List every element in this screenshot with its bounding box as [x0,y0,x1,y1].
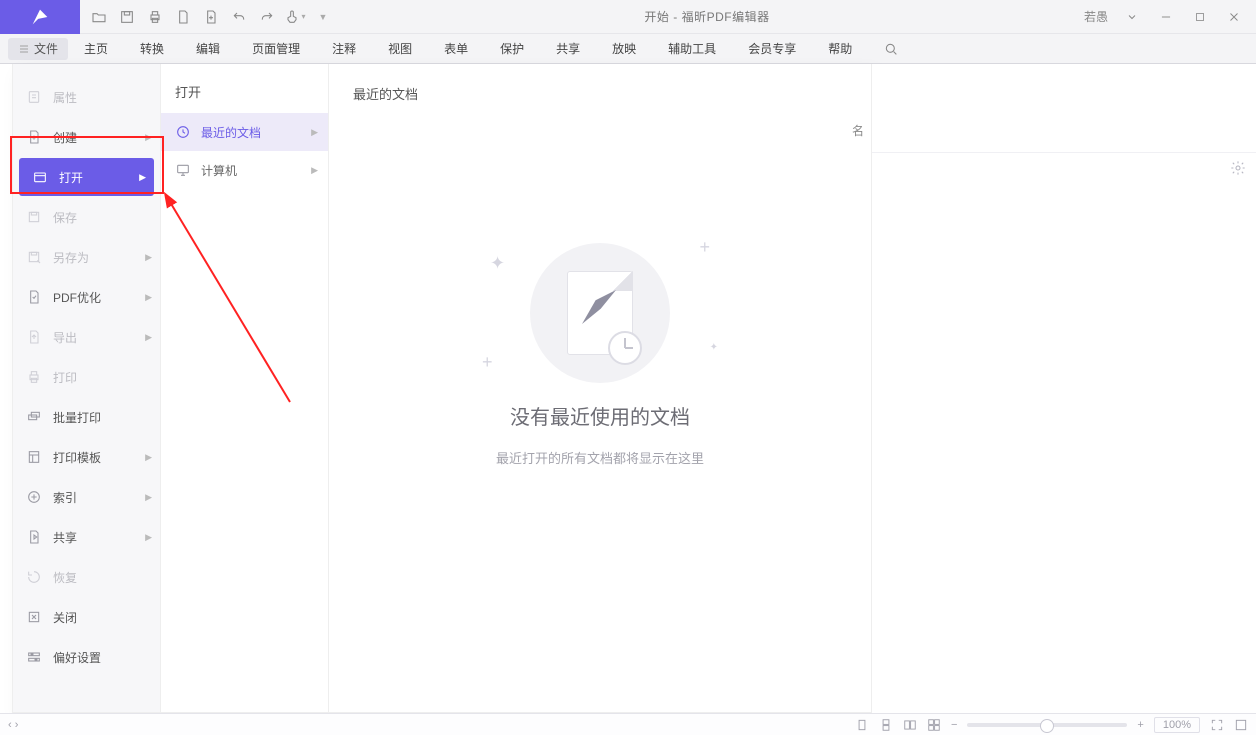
gear-icon[interactable] [1230,160,1246,176]
file-tab[interactable]: 文件 [8,38,68,60]
touch-icon[interactable]: ▾ [282,4,308,30]
tab-view[interactable]: 视图 [372,34,428,64]
window-controls: 若愚 [1078,4,1256,30]
tab-convert[interactable]: 转换 [124,34,180,64]
open-icon[interactable] [86,4,112,30]
app-logo [0,0,80,34]
file-menu-info: 属性 [13,78,160,116]
recent-heading: 最近的文档 [353,84,847,103]
tab-annotate[interactable]: 注释 [316,34,372,64]
fullscreen-icon[interactable] [1210,718,1224,732]
ribbon-tabs: 文件 主页 转换 编辑 页面管理 注释 视图 表单 保护 共享 放映 辅助工具 … [0,34,1256,64]
tab-help[interactable]: 帮助 [812,34,868,64]
file-menu-index[interactable]: 索引▶ [13,478,160,516]
file-menu-optimize[interactable]: PDF优化▶ [13,278,160,316]
zoom-out-icon[interactable]: − [951,719,957,731]
empty-title: 没有最近使用的文档 [510,401,690,430]
view-single-icon[interactable] [855,718,869,732]
peek-text: 名 [852,122,864,139]
tab-vip[interactable]: 会员专享 [732,34,812,64]
file-menu-save: 保存 [13,198,160,236]
tab-edit[interactable]: 编辑 [180,34,236,64]
clock-icon [608,331,642,365]
empty-state: ✦ + ✦ + 没有最近使用的文档 最近打开的所有文档都将显示在这里 [353,243,847,467]
user-dropdown-icon[interactable] [1116,4,1148,30]
window-title: 开始 - 福昕PDF编辑器 [336,8,1078,25]
file-menu-share[interactable]: 共享▶ [13,518,160,556]
redo-icon[interactable] [254,4,280,30]
fit-icon[interactable] [1234,718,1248,732]
minimize-icon[interactable] [1150,4,1182,30]
file-menu-batchprint[interactable]: 批量打印 [13,398,160,436]
file-backstage: 属性创建▶打开▶保存另存为▶PDF优化▶导出▶打印批量打印打印模板▶索引▶共享▶… [12,64,872,713]
zoom-in-icon[interactable]: + [1137,719,1143,731]
qat-dropdown-icon[interactable]: ▼ [310,4,336,30]
empty-illustration [530,243,670,383]
file-menu-template[interactable]: 打印模板▶ [13,438,160,476]
tab-present[interactable]: 放映 [596,34,652,64]
user-name[interactable]: 若愚 [1078,8,1114,25]
zoom-value[interactable]: 100% [1154,717,1200,733]
tab-form[interactable]: 表单 [428,34,484,64]
file-menu-saveas: 另存为▶ [13,238,160,276]
page-add-icon[interactable] [198,4,224,30]
file-menu-export: 导出▶ [13,318,160,356]
quick-access-toolbar: ▾ ▼ [80,4,336,30]
zoom-slider[interactable] [967,723,1127,727]
tab-pages[interactable]: 页面管理 [236,34,316,64]
sb-nav[interactable]: ‹ › [8,719,18,731]
file-menu-open[interactable]: 打开▶ [19,158,154,196]
file-menu-prefs[interactable]: 偏好设置 [13,638,160,676]
search-icon[interactable] [878,36,904,62]
file-tab-label: 文件 [34,40,58,57]
tab-protect[interactable]: 保护 [484,34,540,64]
file-menu-sidebar: 属性创建▶打开▶保存另存为▶PDF优化▶导出▶打印批量打印打印模板▶索引▶共享▶… [13,64,161,712]
print-icon[interactable] [142,4,168,30]
save-icon[interactable] [114,4,140,30]
tab-share[interactable]: 共享 [540,34,596,64]
main-area: 属性创建▶打开▶保存另存为▶PDF优化▶导出▶打印批量打印打印模板▶索引▶共享▶… [0,64,1256,713]
tab-tools[interactable]: 辅助工具 [652,34,732,64]
titlebar: ▾ ▼ 开始 - 福昕PDF编辑器 若愚 [0,0,1256,34]
view-facing-icon[interactable] [903,718,917,732]
status-bar: ‹ › − + 100% [0,713,1256,735]
undo-icon[interactable] [226,4,252,30]
open-right-panel: 最近的文档 ✦ + ✦ + 没有最近使用的文档 最近打开的所有文档都将显示在这里 [329,64,871,712]
open-subpanel: 打开 最近的文档▶计算机▶ [161,64,329,712]
file-menu-close[interactable]: 关闭 [13,598,160,636]
view-continuous-icon[interactable] [879,718,893,732]
view-facing-cont-icon[interactable] [927,718,941,732]
tab-home[interactable]: 主页 [68,34,124,64]
empty-subtitle: 最近打开的所有文档都将显示在这里 [496,448,704,467]
page-icon[interactable] [170,4,196,30]
background-start-page: 名 [872,64,1256,713]
close-icon[interactable] [1218,4,1250,30]
maximize-icon[interactable] [1184,4,1216,30]
file-menu-print: 打印 [13,358,160,396]
open-heading: 打开 [161,82,328,113]
file-menu-new[interactable]: 创建▶ [13,118,160,156]
file-menu-restore: 恢复 [13,558,160,596]
open-sub-monitor[interactable]: 计算机▶ [161,151,328,189]
open-sub-clock[interactable]: 最近的文档▶ [161,113,328,151]
